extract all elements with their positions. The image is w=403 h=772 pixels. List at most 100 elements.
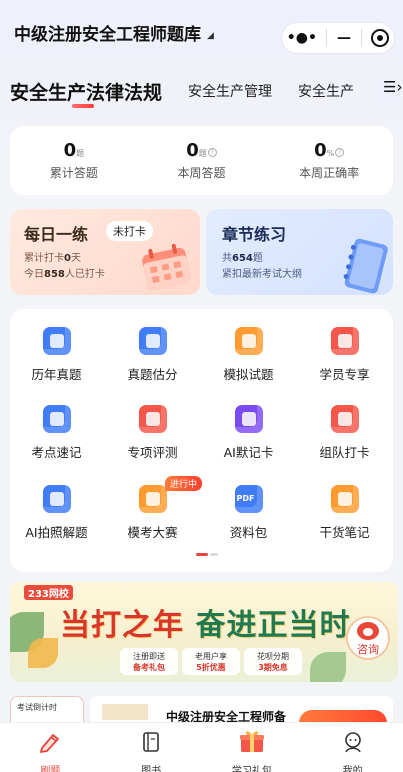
chapter-practice-title: 章节练习	[222, 225, 287, 244]
icon-glyph	[337, 492, 352, 506]
grid-item-label: 专项评测	[127, 445, 178, 460]
promo-tag: 注册即送 备考礼包	[120, 648, 178, 675]
icon-glyph	[49, 412, 64, 426]
notebook-icon	[343, 238, 388, 294]
grid-item-label: 历年真题	[31, 367, 82, 382]
tab-list-icon[interactable]: ☰›	[371, 78, 402, 102]
pen-icon	[40, 734, 60, 753]
stat-label: 本周正确率	[299, 166, 360, 180]
in-progress-badge: 进行中	[165, 476, 203, 491]
indicator-dot	[210, 553, 218, 556]
feature-grid: 历年真题 真题估分 模拟试题 学员专享 考点速记 专项评测 AI默记卡 组队打卡 AI拍照解题 进…	[10, 309, 393, 572]
score-estimate-icon	[138, 327, 167, 355]
daily-practice-card[interactable]: 每日一练 未打卡 累计打卡0天 今日858人已打卡	[10, 209, 200, 295]
stats-card: 0题 累计答题 0题? 本周答题 0%? 本周正确率	[10, 126, 393, 195]
grid-item-key-points[interactable]: 考点速记	[9, 405, 104, 461]
capsule-divider	[360, 29, 362, 47]
key-points-icon	[42, 405, 71, 433]
daily-practice-title: 每日一练	[24, 225, 89, 244]
tab-practice[interactable]: 刷题	[0, 723, 101, 772]
tab-profile[interactable]: 我的	[302, 723, 403, 772]
grid-item-mock-contest[interactable]: 进行中模考大赛	[105, 476, 203, 541]
minimize-button[interactable]: —	[337, 30, 351, 46]
member-exclusive-icon	[330, 327, 359, 355]
tab-safety-management[interactable]: 安全生产管理	[188, 74, 272, 101]
stat-value: 0	[186, 140, 199, 161]
close-button[interactable]	[371, 29, 390, 47]
ai-flashcard-icon	[234, 405, 263, 433]
promo-tag: 老用户享 5折优惠	[182, 648, 240, 675]
grid-item-special-assessment[interactable]: 专项评测	[105, 405, 200, 461]
past-papers-icon	[42, 327, 71, 355]
icon-glyph	[337, 334, 352, 348]
tab-books[interactable]: 图书	[101, 723, 202, 772]
grid-item-label: 考点速记	[31, 445, 82, 460]
tab-label: 学习礼包	[231, 766, 272, 772]
course-thumbnail	[102, 704, 148, 720]
exam-selector[interactable]: 中级注册安全工程师题库 ◢	[14, 20, 214, 45]
countdown-label: 考试倒计时	[17, 703, 57, 712]
icon-glyph	[337, 412, 352, 426]
stat-label: 本周答题	[177, 166, 226, 180]
grid-item-pdf-pack[interactable]: PDF 资料包	[201, 485, 296, 541]
target-icon	[377, 35, 384, 41]
grid-item-label: AI默记卡	[223, 445, 274, 460]
leaf-decoration	[310, 652, 346, 682]
grid-item-notes[interactable]: 干货笔记	[297, 485, 392, 541]
profile-icon	[344, 732, 361, 753]
icon-glyph	[49, 334, 64, 348]
grid-item-ai-photo-solve[interactable]: AI拍照解题	[9, 485, 104, 541]
page-title: 中级注册安全工程师题库	[14, 25, 201, 45]
stat-value: 0	[314, 140, 327, 161]
icon-glyph	[145, 412, 160, 426]
grid-item-ai-flashcard[interactable]: AI默记卡	[201, 405, 296, 461]
pdf-pack-icon: PDF	[234, 485, 263, 513]
tab-gift-pack[interactable]: 学习礼包	[202, 723, 303, 772]
stat-unit: 题	[76, 149, 85, 158]
tab-label: 我的	[342, 766, 363, 772]
stat-unit: %	[326, 149, 335, 158]
chapter-practice-card[interactable]: 章节练习 共654题 紧扣最新考试大纲	[206, 209, 393, 295]
capsule-divider	[326, 29, 328, 47]
notes-icon	[330, 485, 359, 513]
promo-tag: 花呗分期 3期免息	[244, 648, 302, 675]
checkin-days-text: 累计打卡0天	[24, 253, 81, 264]
icon-glyph	[49, 492, 64, 506]
help-icon[interactable]: ?	[207, 148, 217, 157]
subject-tabs: 安全生产法律法规 安全生产管理 安全生产	[10, 74, 403, 118]
caret-down-icon: ◢	[207, 30, 214, 41]
stat-label: 累计答题	[49, 166, 98, 180]
team-checkin-icon	[330, 405, 359, 433]
grid-item-past-papers[interactable]: 历年真题	[9, 327, 104, 383]
mini-program-capsule: •●• —	[281, 22, 395, 54]
bottom-tab-bar: 刷题 图书 学习礼包 我的	[0, 722, 403, 772]
brand-logo: 233网校	[24, 585, 73, 600]
grid-item-label: 干货笔记	[319, 525, 370, 540]
chapter-desc-text: 紧扣最新考试大纲	[222, 269, 302, 280]
help-icon[interactable]: ?	[335, 148, 345, 157]
promo-banner[interactable]: 233网校 当打之年 奋进正当时 注册即送 备考礼包 老用户享 5折优惠 花呗分期 3…	[10, 582, 398, 682]
stat-week-accuracy: 0%? 本周正确率	[265, 126, 393, 195]
checkin-count-text: 今日858人已打卡	[24, 269, 105, 280]
grid-item-score-estimate[interactable]: 真题估分	[105, 327, 200, 383]
grid-item-team-checkin[interactable]: 组队打卡	[297, 405, 392, 461]
tab-safety-law[interactable]: 安全生产法律法规	[10, 74, 162, 108]
pdf-label: PDF	[236, 494, 255, 503]
tab-safety-production[interactable]: 安全生产	[298, 74, 354, 101]
grid-item-label: 资料包	[229, 525, 268, 540]
calendar-icon	[142, 243, 191, 291]
consult-button[interactable]: 咨询	[346, 616, 390, 660]
mock-contest-icon	[138, 485, 167, 513]
more-menu-button[interactable]: •●•	[287, 30, 317, 46]
ai-photo-solve-icon	[42, 485, 71, 513]
grid-item-label: 模拟试题	[223, 367, 274, 382]
grid-item-mock-test[interactable]: 模拟试题	[201, 327, 296, 383]
stat-total-answered: 0题 累计答题	[10, 126, 138, 195]
grid-item-label: 模考大赛	[127, 525, 178, 540]
stat-week-answered: 0题? 本周答题	[138, 126, 266, 195]
grid-item-label: 学员专享	[319, 367, 370, 382]
special-assessment-icon	[138, 405, 167, 433]
tab-label: 图书	[141, 766, 162, 772]
icon-glyph	[145, 334, 160, 348]
grid-item-member-exclusive[interactable]: 学员专享	[297, 327, 392, 383]
